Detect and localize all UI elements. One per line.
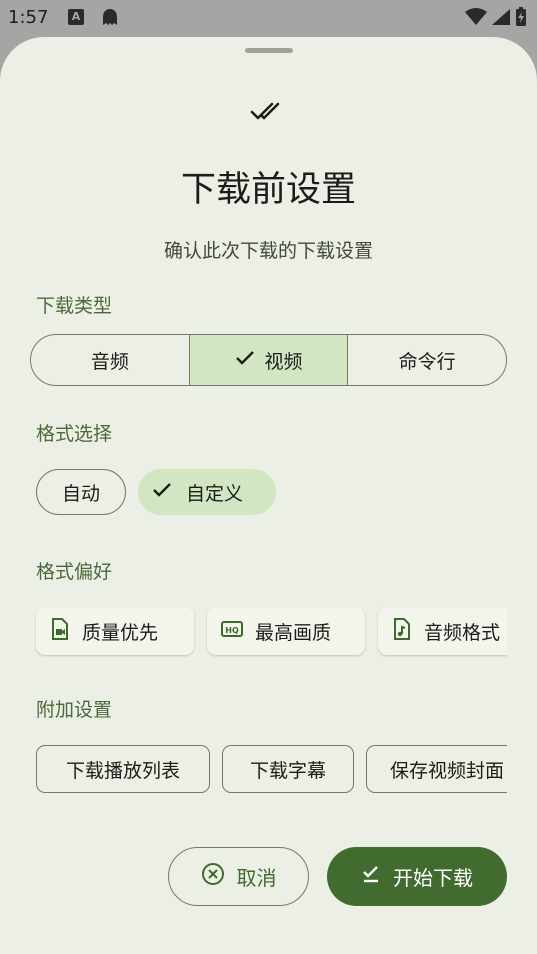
chip-auto[interactable]: 自动 bbox=[36, 469, 126, 515]
check-icon bbox=[235, 349, 255, 371]
status-time: 1:57 bbox=[8, 7, 49, 28]
segment-video-label: 视频 bbox=[264, 350, 303, 373]
chip-save-thumbnail-label: 保存视频封面 bbox=[390, 759, 505, 782]
start-download-button[interactable]: 开始下载 bbox=[327, 847, 507, 906]
chip-download-playlist[interactable]: 下载播放列表 bbox=[36, 745, 210, 793]
wifi-icon bbox=[465, 8, 487, 31]
chip-download-subtitles[interactable]: 下载字幕 bbox=[222, 745, 354, 793]
video-file-icon bbox=[50, 617, 70, 645]
chip-best-quality-label: 最高画质 bbox=[255, 621, 332, 644]
format-select-label: 格式选择 bbox=[36, 423, 113, 445]
drag-handle[interactable] bbox=[245, 48, 293, 53]
ghost-icon bbox=[100, 8, 120, 31]
dialog-subtitle: 确认此次下载的下载设置 bbox=[163, 240, 373, 262]
segment-audio[interactable]: 音频 bbox=[31, 335, 190, 385]
chip-audio-format[interactable]: 音频格式 bbox=[378, 607, 507, 655]
cancel-button[interactable]: 取消 bbox=[168, 847, 309, 906]
notification-a-icon: A bbox=[68, 9, 84, 25]
chip-audio-format-label: 音频格式 bbox=[424, 621, 501, 644]
chip-custom[interactable]: 自定义 bbox=[138, 469, 276, 515]
chip-auto-label: 自动 bbox=[61, 482, 100, 505]
chip-download-playlist-label: 下载播放列表 bbox=[65, 759, 180, 782]
hq-icon: HQ bbox=[221, 620, 243, 643]
cancel-circle-icon bbox=[201, 862, 225, 891]
segment-video[interactable]: 视频 bbox=[189, 335, 349, 385]
start-download-label: 开始下载 bbox=[393, 866, 473, 890]
battery-charging-icon bbox=[515, 7, 527, 32]
double-check-icon bbox=[250, 99, 286, 129]
cancel-button-label: 取消 bbox=[236, 866, 277, 890]
chip-save-thumbnail[interactable]: 保存视频封面 bbox=[366, 745, 507, 793]
chip-quality-first-label: 质量优先 bbox=[82, 621, 159, 644]
segment-command-line[interactable]: 命令行 bbox=[348, 335, 506, 385]
download-type-label: 下载类型 bbox=[36, 295, 113, 317]
chip-custom-label: 自定义 bbox=[186, 482, 244, 505]
check-icon bbox=[152, 481, 172, 503]
download-type-segmented: 音频 视频 命令行 bbox=[30, 334, 507, 386]
segment-command-line-label: 命令行 bbox=[398, 350, 456, 373]
extra-settings-label: 附加设置 bbox=[36, 699, 113, 721]
status-bar: 1:57 A bbox=[0, 0, 537, 36]
done-all-icon bbox=[361, 864, 381, 889]
status-icons bbox=[465, 7, 527, 32]
chip-quality-first[interactable]: 质量优先 bbox=[36, 607, 194, 655]
svg-text:HQ: HQ bbox=[225, 626, 239, 635]
chip-download-subtitles-label: 下载字幕 bbox=[249, 759, 326, 782]
chip-best-quality[interactable]: HQ 最高画质 bbox=[207, 607, 365, 655]
segment-audio-label: 音频 bbox=[90, 350, 129, 373]
audio-file-icon bbox=[392, 617, 412, 645]
signal-icon bbox=[491, 8, 511, 31]
dialog-title: 下载前设置 bbox=[180, 170, 356, 210]
bottom-sheet: 下载前设置 确认此次下载的下载设置 下载类型 音频 视频 命令行 格式选择 自动… bbox=[0, 37, 537, 954]
format-pref-label: 格式偏好 bbox=[36, 561, 113, 583]
